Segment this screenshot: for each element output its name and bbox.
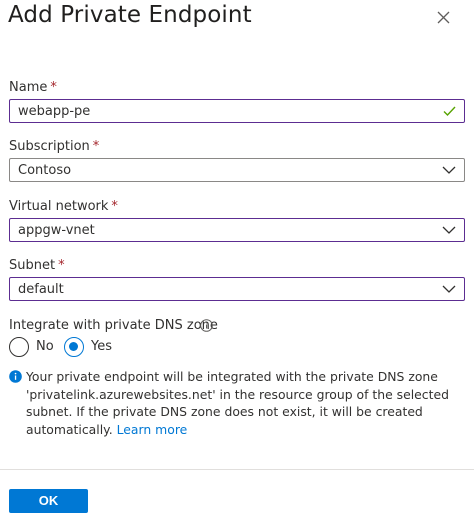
name-value: webapp-pe bbox=[18, 104, 91, 119]
dns-info-text: Your private endpoint will be integrated… bbox=[26, 369, 449, 437]
info-icon[interactable] bbox=[200, 319, 213, 332]
virtual-network-value: appgw-vnet bbox=[18, 223, 95, 238]
ok-button[interactable]: OK bbox=[9, 489, 88, 513]
dialog-title: Add Private Endpoint bbox=[8, 2, 252, 28]
required-mark: * bbox=[92, 139, 100, 154]
close-icon bbox=[437, 11, 450, 24]
footer-divider bbox=[0, 469, 474, 470]
info-filled-icon bbox=[9, 370, 22, 383]
required-mark: * bbox=[50, 80, 57, 95]
subnet-label: Subnet * bbox=[9, 258, 65, 273]
chevron-down-icon bbox=[442, 285, 456, 293]
dns-yes-radio[interactable] bbox=[64, 337, 84, 357]
dns-yes-label: Yes bbox=[91, 339, 112, 354]
virtual-network-label: Virtual network * bbox=[9, 199, 118, 214]
dns-integration-label: Integrate with private DNS zone bbox=[9, 318, 218, 333]
required-mark: * bbox=[58, 258, 65, 273]
chevron-down-icon bbox=[442, 166, 456, 174]
subnet-dropdown[interactable]: default bbox=[9, 277, 465, 301]
close-button[interactable] bbox=[434, 8, 454, 28]
subscription-label: Subscription * bbox=[9, 139, 100, 154]
subscription-dropdown[interactable]: Contoso bbox=[9, 158, 465, 182]
chevron-down-icon bbox=[442, 226, 456, 234]
dns-no-radio[interactable] bbox=[9, 337, 29, 357]
name-input[interactable]: webapp-pe bbox=[9, 99, 465, 123]
checkmark-icon bbox=[443, 106, 456, 117]
dns-info-message: Your private endpoint will be integrated… bbox=[26, 368, 466, 438]
virtual-network-dropdown[interactable]: appgw-vnet bbox=[9, 218, 465, 242]
subscription-value: Contoso bbox=[18, 163, 72, 178]
dns-no-label: No bbox=[36, 339, 54, 354]
subnet-value: default bbox=[18, 282, 64, 297]
name-label: Name * bbox=[9, 80, 57, 95]
learn-more-link[interactable]: Learn more bbox=[117, 422, 188, 437]
required-mark: * bbox=[111, 199, 118, 214]
